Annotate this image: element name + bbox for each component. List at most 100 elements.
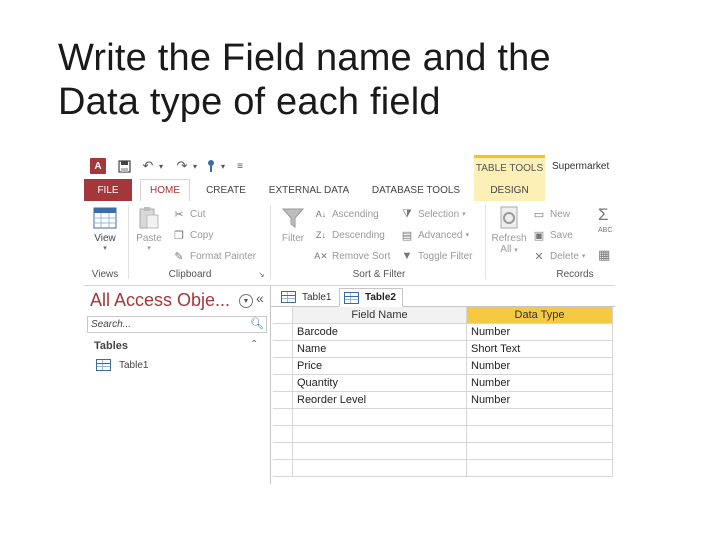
row-selector-header [273, 307, 293, 324]
cut-button[interactable]: ✂ Cut [172, 205, 205, 223]
filter-button[interactable]: Filter [274, 205, 312, 244]
row-selector[interactable] [273, 460, 293, 477]
row-selector[interactable] [273, 375, 293, 392]
doc-tab-table2[interactable]: Table2 [339, 288, 403, 307]
customize-qat-icon[interactable]: ≡ [234, 158, 246, 174]
descending-button[interactable]: Z↓ Descending [314, 226, 385, 244]
data-type-cell[interactable] [467, 426, 613, 443]
field-name-cell[interactable]: Reorder Level [293, 392, 467, 409]
data-type-cell[interactable]: Number [467, 358, 613, 375]
table-row[interactable] [273, 409, 615, 426]
view-button[interactable]: View ▾ [86, 205, 124, 252]
field-name-cell[interactable] [293, 460, 467, 477]
totals-sigma-icon[interactable]: Σ [598, 205, 609, 225]
table-row[interactable]: Quantity Number [273, 375, 615, 392]
tab-home[interactable]: HOME [140, 179, 190, 202]
advanced-button[interactable]: ▤ Advanced ▾ [400, 226, 469, 244]
selection-button[interactable]: ⧩ Selection ▾ [400, 205, 466, 223]
row-selector[interactable] [273, 324, 293, 341]
save-record-button[interactable]: ▣ Save [532, 226, 573, 244]
table-row[interactable]: Name Short Text [273, 341, 615, 358]
new-record-button[interactable]: ▭ New [532, 205, 570, 223]
field-name-cell[interactable] [293, 409, 467, 426]
data-type-header[interactable]: Data Type [467, 307, 613, 324]
data-type-cell[interactable] [467, 409, 613, 426]
row-selector[interactable] [273, 341, 293, 358]
table-row[interactable] [273, 460, 615, 477]
more-records-icon[interactable]: ▦ [598, 247, 610, 263]
field-name-header[interactable]: Field Name [293, 307, 467, 324]
data-type-cell[interactable]: Number [467, 324, 613, 341]
row-selector[interactable] [273, 392, 293, 409]
tab-database-tools[interactable]: DATABASE TOOLS [366, 179, 466, 201]
data-type-cell[interactable]: Short Text [467, 341, 613, 358]
row-selector[interactable] [273, 358, 293, 375]
data-type-cell[interactable] [467, 460, 613, 477]
paste-button[interactable]: Paste ▾ [130, 205, 168, 252]
spelling-abc-icon[interactable]: ABC [598, 227, 612, 234]
redo-dropdown-icon[interactable]: ▾ [190, 158, 200, 174]
grid-header-row: Field Name Data Type [273, 307, 615, 324]
nav-pane-title[interactable]: All Access Obje... [90, 290, 230, 311]
nav-item-table1[interactable]: Table1 [96, 358, 148, 372]
nav-search-input[interactable]: Search... 🔍︎ [87, 316, 267, 333]
clipboard-dialog-launcher-icon[interactable]: ↘ [258, 270, 265, 279]
field-name-cell[interactable]: Name [293, 341, 467, 358]
row-selector[interactable] [273, 409, 293, 426]
pointer-mode-icon[interactable] [204, 158, 218, 174]
save-record-icon: ▣ [533, 229, 545, 242]
table-row[interactable]: Barcode Number [273, 324, 615, 341]
tab-create[interactable]: CREATE [202, 179, 250, 201]
row-selector[interactable] [273, 426, 293, 443]
table-row[interactable]: Reorder Level Number [273, 392, 615, 409]
field-name-cell[interactable]: Quantity [293, 375, 467, 392]
row-selector[interactable] [273, 443, 293, 460]
advanced-dropdown-icon: ▾ [465, 232, 469, 239]
sort-ascending-icon: A↓ [315, 209, 327, 219]
save-label: Save [550, 229, 573, 241]
views-group-label: Views [91, 269, 119, 280]
refresh-sub-label: All ▾ [500, 244, 518, 255]
table-tools-label: TABLE TOOLS [474, 155, 545, 179]
refresh-icon [496, 205, 522, 231]
ribbon: View ▾ Views Paste ▾ ✂ Cut ❐ Copy ✎ Form… [84, 201, 615, 286]
pointer-dropdown-icon[interactable]: ▾ [218, 158, 228, 174]
field-name-cell[interactable]: Barcode [293, 324, 467, 341]
shutter-bar-collapse-icon[interactable]: « [256, 290, 264, 306]
refresh-all-button[interactable]: Refresh All ▾ [488, 205, 530, 255]
nav-group-tables[interactable]: Tables [94, 340, 128, 352]
ribbon-separator [485, 205, 486, 279]
toggle-filter-button[interactable]: ▼ Toggle Filter [400, 247, 473, 265]
table-row[interactable] [273, 426, 615, 443]
paste-icon [136, 205, 162, 231]
ascending-button[interactable]: A↓ Ascending [314, 205, 379, 223]
undo-dropdown-icon[interactable]: ▾ [156, 158, 166, 174]
document-tabs: Table1 Table2 [271, 286, 615, 307]
remove-sort-label: Remove Sort [332, 250, 391, 262]
field-name-cell[interactable]: Price [293, 358, 467, 375]
save-icon[interactable] [116, 158, 132, 174]
data-type-cell[interactable]: Number [467, 375, 613, 392]
ribbon-tabs: FILE HOME CREATE EXTERNAL DATA DATABASE … [84, 179, 615, 202]
nav-pane-menu-icon[interactable]: ▼ [239, 294, 253, 308]
tab-design[interactable]: DESIGN [474, 179, 545, 201]
data-type-cell[interactable] [467, 443, 613, 460]
redo-icon[interactable]: ↷ [174, 158, 190, 174]
tab-file[interactable]: FILE [84, 179, 132, 201]
table-row[interactable]: Price Number [273, 358, 615, 375]
doc-tab-table1[interactable]: Table1 [277, 288, 339, 306]
doc-tab-label: Table1 [302, 291, 332, 303]
remove-sort-button[interactable]: A✕ Remove Sort [314, 247, 390, 265]
field-name-cell[interactable] [293, 443, 467, 460]
group-collapse-icon[interactable]: ⌃ [250, 339, 258, 350]
field-name-cell[interactable] [293, 426, 467, 443]
format-painter-button[interactable]: ✎ Format Painter [172, 247, 256, 265]
delete-record-button[interactable]: ✕ Delete ▾ [532, 247, 585, 265]
undo-icon[interactable]: ↶ [140, 158, 156, 174]
new-record-icon: ▭ [533, 208, 545, 221]
copy-button[interactable]: ❐ Copy [172, 226, 213, 244]
table-row[interactable] [273, 443, 615, 460]
search-icon[interactable]: 🔍︎ [250, 317, 264, 330]
tab-external-data[interactable]: EXTERNAL DATA [264, 179, 354, 201]
data-type-cell[interactable]: Number [467, 392, 613, 409]
